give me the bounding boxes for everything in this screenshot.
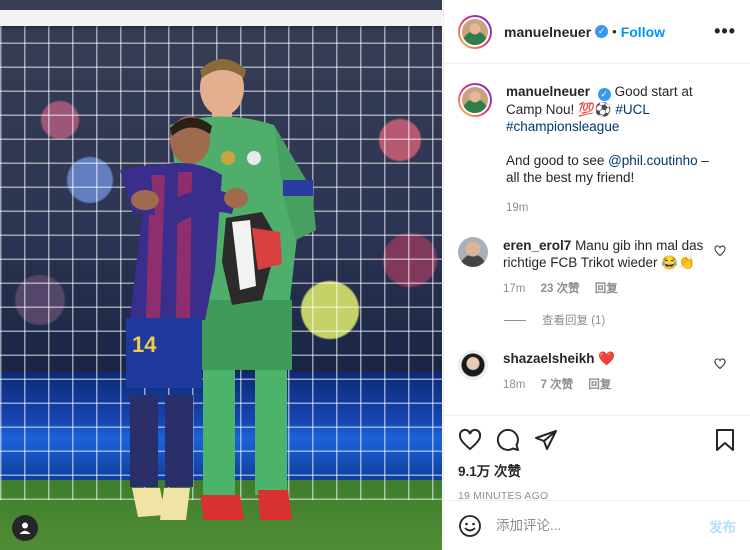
replies-divider <box>504 319 526 321</box>
commenter-username[interactable]: eren_erol7 <box>503 238 571 253</box>
post-actions: 9.1万 次赞 19 MINUTES AGO <box>444 415 750 502</box>
hashtag-link[interactable]: #UCL <box>615 102 649 117</box>
comment-text: ❤️ <box>598 351 616 366</box>
reply-button[interactable]: 回复 <box>588 379 611 391</box>
separator-dot: • <box>612 24 617 39</box>
author-avatar[interactable] <box>458 14 492 49</box>
post-caption: manuelneuer ✓ Good start at Camp Nou! 💯⚽… <box>444 65 750 217</box>
post-side-panel: manuelneuer ✓ • Follow ••• manuelneuer ✓… <box>443 0 750 550</box>
post-header: manuelneuer ✓ • Follow ••• <box>444 0 750 64</box>
person-icon <box>19 522 31 534</box>
hashtag-link[interactable]: #championsleague <box>506 119 619 134</box>
comments-list[interactable]: manuelneuer ✓ Good start at Camp Nou! 💯⚽… <box>444 65 750 415</box>
comment-likes-count[interactable]: 23 次赞 <box>541 283 580 295</box>
comment-bubble-icon[interactable] <box>496 428 520 452</box>
like-comment-heart-icon[interactable] <box>714 358 726 370</box>
players-illustration: 14 <box>120 59 316 520</box>
comment-likes-count[interactable]: 7 次赞 <box>541 379 574 391</box>
verified-badge-icon: ✓ <box>597 88 611 101</box>
caption-username[interactable]: manuelneuer <box>506 84 590 99</box>
post-comment-button[interactable]: 发布 <box>709 516 736 536</box>
comment-timestamp[interactable]: 18m <box>503 379 525 391</box>
share-paper-plane-icon[interactable] <box>534 428 558 452</box>
follow-button[interactable]: Follow <box>621 24 665 40</box>
caption-avatar-image <box>460 85 490 115</box>
comment-item: eren_erol7 Manu gib ihn mal das richtige… <box>444 237 750 298</box>
like-comment-heart-icon[interactable] <box>714 245 726 257</box>
comment-timestamp[interactable]: 17m <box>503 283 525 295</box>
caption-avatar[interactable] <box>458 83 492 117</box>
caption-timestamp[interactable]: 19m <box>506 202 528 214</box>
likes-count[interactable]: 9.1万 次赞 <box>458 460 736 480</box>
author-username[interactable]: manuelneuer <box>504 24 591 40</box>
more-options-icon[interactable]: ••• <box>714 21 736 42</box>
mention-link[interactable]: @phil.coutinho <box>608 153 698 168</box>
reply-button[interactable]: 回复 <box>595 283 618 295</box>
comment-item: shazaelsheikh ❤️ 18m 7 次赞 回复 <box>444 350 750 394</box>
emoji-smiley-icon[interactable] <box>458 514 482 538</box>
bookmark-icon[interactable] <box>714 428 736 452</box>
add-comment-input[interactable] <box>496 518 709 533</box>
commenter-username[interactable]: shazaelsheikh <box>503 351 595 366</box>
author-avatar-image <box>460 16 490 47</box>
commenter-avatar[interactable] <box>458 350 488 380</box>
add-comment-bar: 发布 <box>444 500 750 550</box>
tagged-user-button[interactable] <box>12 515 38 541</box>
commenter-avatar[interactable] <box>458 237 488 267</box>
verified-badge-icon: ✓ <box>595 25 609 38</box>
view-replies-label: 查看回复 (1) <box>542 315 606 327</box>
caption-text: And good to see <box>506 153 609 168</box>
like-heart-icon[interactable] <box>458 428 482 452</box>
kit-number: 14 <box>132 332 157 357</box>
view-replies-button[interactable]: 查看回复 (1) <box>444 312 750 328</box>
post-photo[interactable]: 14 <box>0 0 442 550</box>
